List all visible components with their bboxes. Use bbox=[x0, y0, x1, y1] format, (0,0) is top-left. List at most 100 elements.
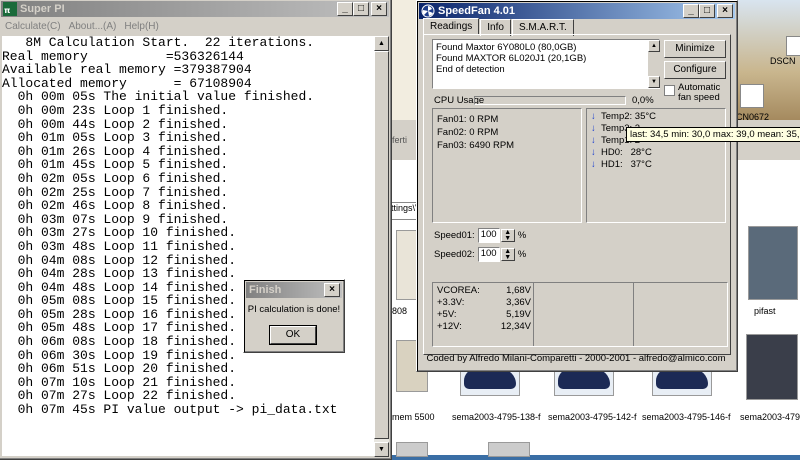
temperatures-panel: ↓Temp2: 35°C ↓Temp3: 2 ↓Temp1: 2 ↓HD0: 2… bbox=[586, 108, 726, 223]
log-line: Found Maxtor 6Y080L0 (80,0GB) bbox=[436, 42, 577, 53]
output-line: 0h 07m 27s Loop 22 finished. bbox=[2, 388, 237, 404]
thumbnail[interactable] bbox=[748, 226, 798, 300]
svg-text:π: π bbox=[4, 6, 10, 15]
minimize-app-button[interactable]: Minimize bbox=[664, 40, 726, 58]
arrow-down-icon: ↓ bbox=[591, 159, 596, 170]
log-line: End of detection bbox=[436, 64, 505, 75]
ok-button[interactable]: OK bbox=[270, 326, 316, 344]
output-line: 0h 02m 46s Loop 8 finished. bbox=[2, 198, 229, 214]
tab-readings[interactable]: Readings bbox=[423, 18, 480, 35]
output-line: 0h 03m 07s Loop 9 finished. bbox=[2, 211, 229, 227]
log-line: Found MAXTOR 6L020J1 (20,1GB) bbox=[436, 53, 587, 64]
calculation-output: 8M Calculation Start. 22 iterations. Real… bbox=[2, 36, 374, 456]
volt-value: 12,34V bbox=[500, 321, 531, 332]
percent-label: % bbox=[517, 249, 527, 260]
volt-value: 5,19V bbox=[506, 309, 531, 320]
speed01-input[interactable]: 100 bbox=[477, 228, 500, 243]
output-line: 0h 00m 05s The initial value finished. bbox=[2, 89, 315, 105]
percent-label: % bbox=[517, 230, 527, 241]
temp-label: Temp2: bbox=[601, 111, 633, 122]
speed01-row: Speed01: 100 ▲ ▼ % bbox=[434, 228, 526, 243]
maximize-button[interactable]: □ bbox=[699, 4, 715, 18]
maximize-button[interactable]: □ bbox=[353, 2, 369, 16]
speed02-spinner-icon[interactable]: ▲ ▼ bbox=[500, 248, 515, 261]
temp-value: 35°C bbox=[634, 111, 657, 122]
detection-log: Found Maxtor 6Y080L0 (80,0GB) Found MAXT… bbox=[432, 39, 660, 89]
auto-fan-checkbox-row[interactable]: Automatic fan speed bbox=[664, 83, 728, 103]
output-line: 0h 01m 45s Loop 5 finished. bbox=[2, 157, 229, 173]
voltages-panel: VCOREA: 1,68V +3.3V: 3,36V +5V: 5,19V +12V:… bbox=[432, 282, 728, 347]
volt-label: +12V: bbox=[437, 321, 462, 332]
thumbnail-label: 808 bbox=[392, 306, 408, 316]
explorer-toolbar-text: ferti bbox=[392, 135, 408, 145]
volt-label: +5V: bbox=[437, 309, 457, 320]
panel-divider bbox=[533, 283, 534, 346]
speed02-row: Speed02: 100 ▲ ▼ % bbox=[434, 247, 526, 262]
menu-bar: Calculate(C) About...(A) Help(H) bbox=[1, 18, 389, 34]
output-line: 0h 06m 51s Loop 20 finished. bbox=[2, 361, 237, 377]
scroll-thumb[interactable] bbox=[374, 51, 389, 439]
close-button[interactable]: × bbox=[371, 2, 387, 16]
output-line: 0h 02m 05s Loop 6 finished. bbox=[2, 170, 229, 186]
volt-label: VCOREA: bbox=[437, 285, 480, 296]
scroll-up-icon[interactable]: ▲ bbox=[374, 36, 389, 51]
fan-reading: Fan03: 6490 RPM bbox=[437, 140, 515, 151]
menu-about[interactable]: About...(A) bbox=[69, 21, 117, 32]
thumbnail-label: sema2003-4795-1 bbox=[740, 412, 800, 422]
thumbnail[interactable] bbox=[746, 334, 798, 400]
thumbnail-label: sema2003-4795-142-f bbox=[548, 412, 637, 422]
output-line: 0h 01m 05s Loop 3 finished. bbox=[2, 130, 229, 146]
auto-fan-checkbox[interactable] bbox=[664, 85, 675, 96]
dialog-titlebar[interactable]: Finish × bbox=[246, 282, 342, 298]
desktop-icon-label[interactable]: DSCN bbox=[770, 56, 796, 66]
output-line: 0h 03m 48s Loop 11 finished. bbox=[2, 238, 237, 254]
fans-panel: Fan01: 0 RPM Fan02: 0 RPM Fan03: 6490 RP… bbox=[432, 108, 582, 223]
output-line: 0h 01m 26s Loop 4 finished. bbox=[2, 143, 229, 159]
log-scrollbar[interactable]: ▲ ▼ bbox=[648, 40, 660, 88]
speedfan-window: SpeedFan 4.01 _ □ × Readings Info S.M.A.… bbox=[416, 0, 738, 372]
cpu-usage-bar bbox=[474, 96, 626, 105]
configure-button[interactable]: Configure bbox=[664, 61, 726, 79]
window-title: Super PI bbox=[20, 3, 65, 15]
volt-value: 1,68V bbox=[506, 285, 531, 296]
fan-reading: Fan02: 0 RPM bbox=[437, 127, 499, 138]
close-button[interactable]: × bbox=[324, 283, 340, 297]
window-title: SpeedFan 4.01 bbox=[438, 5, 516, 17]
status-bar: Coded by Alfredo Milani-Comparetti - 200… bbox=[426, 353, 726, 364]
output-line: Allocated memory = 67108904 bbox=[2, 75, 252, 91]
output-line: 0h 07m 10s Loop 21 finished. bbox=[2, 374, 237, 390]
scroll-down-icon[interactable]: ▼ bbox=[648, 76, 660, 88]
cpu-usage-value: 0,0% bbox=[632, 95, 654, 106]
thumbnail-label: sema2003-4795-138-f bbox=[452, 412, 541, 422]
minimize-button[interactable]: _ bbox=[337, 2, 353, 16]
finish-dialog: Finish × PI calculation is done! OK bbox=[243, 279, 345, 353]
file-icon[interactable] bbox=[786, 36, 800, 56]
superpi-titlebar[interactable]: π Super PI _ □ × bbox=[1, 1, 389, 17]
dialog-message: PI calculation is done! bbox=[247, 304, 341, 315]
speedfan-titlebar[interactable]: SpeedFan 4.01 _ □ × bbox=[419, 3, 735, 19]
vertical-scrollbar[interactable]: ▲ ▼ bbox=[374, 36, 389, 457]
close-button[interactable]: × bbox=[717, 4, 733, 18]
panel-divider bbox=[633, 283, 634, 346]
output-line: 0h 04m 08s Loop 12 finished. bbox=[2, 252, 237, 268]
scroll-up-icon[interactable]: ▲ bbox=[648, 40, 660, 52]
speed01-spinner-icon[interactable]: ▲ ▼ bbox=[500, 229, 515, 242]
temp-label: HD0: bbox=[601, 147, 623, 158]
arrow-down-icon: ↓ bbox=[591, 147, 596, 158]
speed02-input[interactable]: 100 bbox=[477, 247, 500, 262]
output-line: Real memory =536326144 bbox=[2, 48, 244, 64]
output-line: 0h 00m 44s Loop 2 finished. bbox=[2, 116, 229, 132]
output-line: 0h 03m 27s Loop 10 finished. bbox=[2, 225, 237, 241]
temp-label: HD1: bbox=[601, 159, 623, 170]
arrow-down-icon: ↓ bbox=[591, 123, 596, 134]
minimize-button[interactable]: _ bbox=[683, 4, 699, 18]
dialog-title: Finish bbox=[249, 284, 282, 296]
menu-calculate[interactable]: Calculate(C) bbox=[5, 21, 61, 32]
menu-help[interactable]: Help(H) bbox=[124, 21, 158, 32]
temperature-tooltip: last: 34,5 min: 30,0 max: 39,0 mean: 35,… bbox=[626, 127, 800, 142]
arrow-down-icon: ↓ bbox=[591, 135, 596, 146]
output-line: 8M Calculation Start. 22 iterations. bbox=[2, 36, 315, 50]
readings-panel: Found Maxtor 6Y080L0 (80,0GB) Found MAXT… bbox=[423, 34, 731, 355]
image-file-icon[interactable] bbox=[740, 84, 764, 108]
output-line: 0h 00m 23s Loop 1 finished. bbox=[2, 102, 229, 118]
